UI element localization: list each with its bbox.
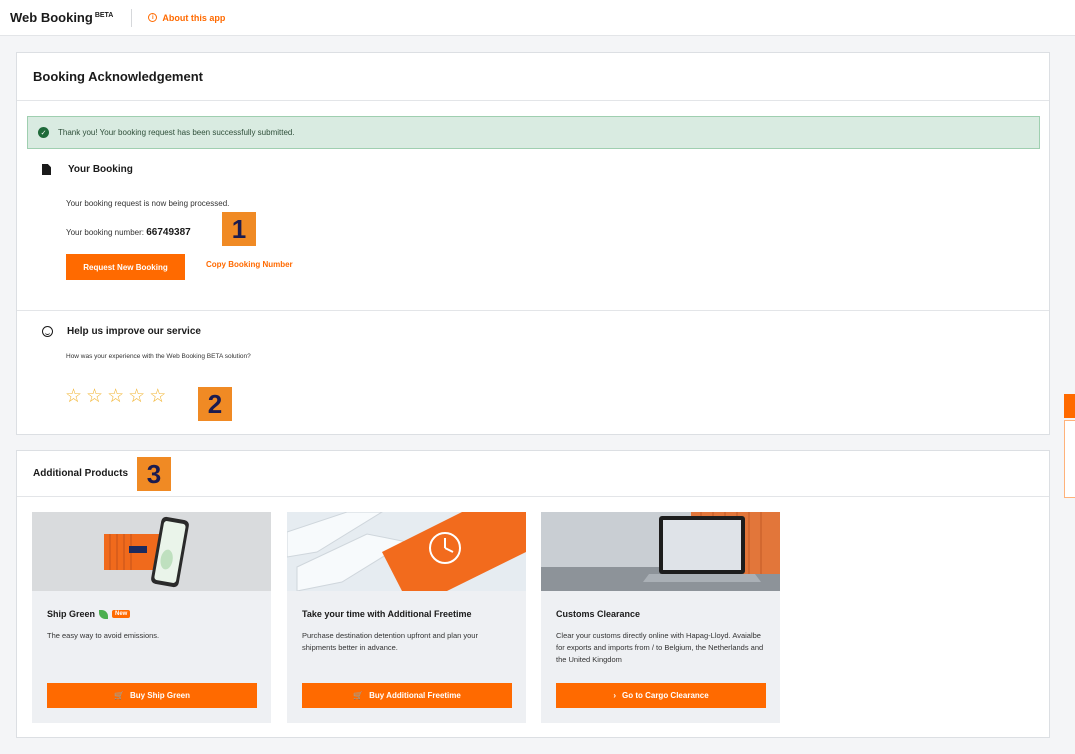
additional-products-card: Additional Products 3 Ship Green New The xyxy=(16,450,1050,738)
customs-description: Clear your customs directly online with … xyxy=(556,631,764,664)
header-divider xyxy=(131,8,133,27)
freetime-title: Take your time with Additional Freetime xyxy=(302,609,472,619)
leaf-icon xyxy=(99,609,109,619)
customs-title: Customs Clearance xyxy=(556,609,641,619)
freetime-description: Purchase destination detention upfront a… xyxy=(302,631,478,652)
product-card-customs-clearance: Customs Clearance Clear your customs dir… xyxy=(541,512,780,723)
top-bar: Web Booking BETA i About this app xyxy=(0,0,1075,36)
product-card-additional-freetime: Take your time with Additional Freetime … xyxy=(287,512,526,723)
customs-image xyxy=(541,512,780,591)
about-label: About this app xyxy=(162,12,226,23)
buy-ship-green-label: Buy Ship Green xyxy=(129,691,190,700)
product-card-ship-green: Ship Green New The easy way to avoid emi… xyxy=(32,512,271,723)
star-4-icon[interactable]: ☆ xyxy=(128,387,145,406)
feedback-title: Help us improve our service xyxy=(67,326,201,337)
ship-green-image xyxy=(32,512,271,591)
buy-freetime-label: Buy Additional Freetime xyxy=(369,691,461,700)
feedback-heading: Help us improve our service xyxy=(42,326,201,337)
go-to-cargo-clearance-button[interactable]: › Go to Cargo Clearance xyxy=(556,683,766,708)
cart-icon: 🛒 xyxy=(353,691,364,700)
about-link[interactable]: i About this app xyxy=(148,13,225,23)
feedback-tab[interactable] xyxy=(1064,394,1075,418)
chevron-right-icon: › xyxy=(613,691,616,700)
cart-icon: 🛒 xyxy=(114,691,124,700)
additional-products-title: Additional Products xyxy=(17,451,1049,497)
processing-text: Your booking request is now being proces… xyxy=(66,199,230,208)
copy-booking-number-link[interactable]: Copy Booking Number xyxy=(206,260,293,269)
app-title: Web Booking BETA xyxy=(10,10,113,25)
your-booking-heading: Your Booking xyxy=(42,164,133,175)
app-title-text: Web Booking xyxy=(10,10,93,25)
card-title: Booking Acknowledgement xyxy=(17,53,1049,101)
star-rating[interactable]: ☆ ☆ ☆ ☆ ☆ xyxy=(65,387,166,406)
ship-green-title-text: Ship Green xyxy=(47,609,96,619)
star-2-icon[interactable]: ☆ xyxy=(86,387,103,406)
smiley-icon xyxy=(42,326,53,337)
star-5-icon[interactable]: ☆ xyxy=(149,387,166,406)
document-icon xyxy=(42,164,51,175)
annotation-marker-1: 1 xyxy=(222,212,256,246)
buy-additional-freetime-button[interactable]: 🛒 Buy Additional Freetime xyxy=(302,683,512,708)
info-icon: i xyxy=(148,13,158,22)
success-message: Thank you! Your booking request has been… xyxy=(58,128,295,137)
ship-green-title: Ship Green New xyxy=(47,609,131,619)
annotation-marker-2: 2 xyxy=(198,387,232,421)
feedback-side-panel xyxy=(1064,420,1075,498)
feedback-question: How was your experience with the Web Boo… xyxy=(66,353,251,360)
request-new-booking-button[interactable]: Request New Booking xyxy=(66,254,185,280)
booking-number-label: Your booking number: xyxy=(66,228,144,237)
cargo-clearance-label: Go to Cargo Clearance xyxy=(621,691,709,700)
section-divider xyxy=(17,310,1049,311)
booking-number-row: Your booking number: 66749387 xyxy=(66,227,191,238)
new-badge: New xyxy=(112,610,131,618)
star-1-icon[interactable]: ☆ xyxy=(65,387,82,406)
annotation-marker-3: 3 xyxy=(137,457,171,491)
booking-number: 66749387 xyxy=(146,227,191,238)
your-booking-title: Your Booking xyxy=(68,164,133,175)
ship-green-description: The easy way to avoid emissions. xyxy=(47,631,160,640)
beta-badge: BETA xyxy=(94,11,114,19)
success-alert: ✓ Thank you! Your booking request has be… xyxy=(27,116,1040,149)
freetime-image xyxy=(287,512,526,591)
star-3-icon[interactable]: ☆ xyxy=(107,387,124,406)
check-circle-icon: ✓ xyxy=(38,127,49,138)
buy-ship-green-button[interactable]: 🛒 Buy Ship Green xyxy=(47,683,257,708)
booking-acknowledgement-card: Booking Acknowledgement ✓ Thank you! You… xyxy=(16,52,1050,435)
